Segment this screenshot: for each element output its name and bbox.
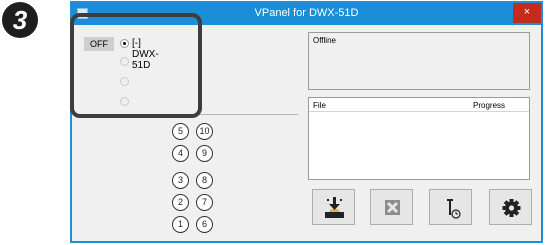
slot-button-6[interactable]: 6 bbox=[196, 216, 213, 233]
slot-button-3[interactable]: 3 bbox=[172, 172, 189, 189]
slot-button-2[interactable]: 2 bbox=[172, 194, 189, 211]
gear-icon bbox=[502, 199, 521, 217]
slot-button-5[interactable]: 5 bbox=[172, 123, 189, 140]
settings-button[interactable] bbox=[489, 189, 532, 225]
slot-button-7[interactable]: 7 bbox=[196, 194, 213, 211]
slot-button-10[interactable]: 10 bbox=[196, 123, 213, 140]
output-icon bbox=[325, 197, 344, 218]
slot-button-4[interactable]: 4 bbox=[172, 145, 189, 162]
tool-clock-icon bbox=[447, 199, 461, 219]
status-panel: Offline bbox=[308, 32, 530, 90]
slot-button-8[interactable]: 8 bbox=[196, 172, 213, 189]
close-button[interactable]: × bbox=[513, 3, 541, 23]
output-button[interactable] bbox=[312, 189, 355, 225]
column-header-progress[interactable]: Progress bbox=[473, 101, 505, 110]
tool-timer-button[interactable] bbox=[429, 189, 472, 225]
cancel-button[interactable] bbox=[370, 189, 413, 225]
highlight-frame bbox=[70, 13, 202, 118]
file-list-header: File Progress bbox=[309, 98, 529, 112]
column-header-file[interactable]: File bbox=[313, 101, 326, 110]
step-number-badge: 3 bbox=[2, 2, 38, 38]
status-text: Offline bbox=[313, 36, 336, 45]
cancel-icon bbox=[385, 200, 400, 215]
file-list[interactable]: File Progress bbox=[308, 97, 530, 180]
slot-button-1[interactable]: 1 bbox=[172, 216, 189, 233]
slot-button-9[interactable]: 9 bbox=[196, 145, 213, 162]
